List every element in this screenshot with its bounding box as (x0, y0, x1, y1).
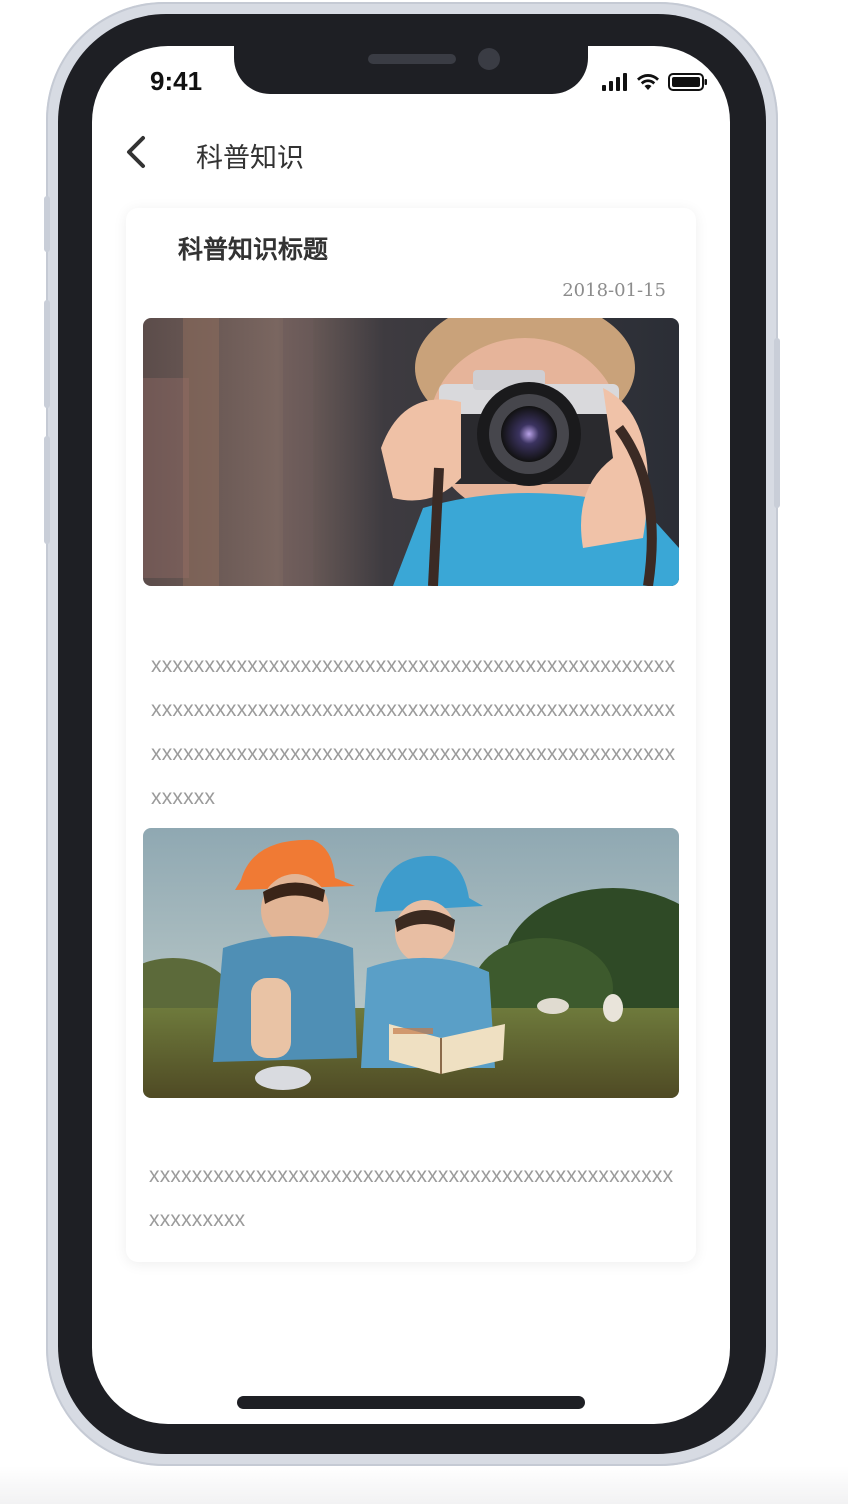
page-background (0, 1466, 848, 1504)
front-camera (478, 48, 500, 70)
power-button (774, 338, 780, 508)
article-paragraph-1: xxxxxxxxxxxxxxxxxxxxxxxxxxxxxxxxxxxxxxxx… (151, 654, 676, 809)
page-title: 科普知识 (196, 143, 304, 174)
back-button[interactable] (116, 134, 156, 174)
article-title: 科普知识标题 (178, 235, 329, 264)
battery-icon (668, 73, 708, 95)
status-icons (602, 72, 708, 96)
phone-screen: 9:41 科普知识 科普知识标题 2018-01-15 xxxxxxxxxxxx… (92, 46, 730, 1424)
speaker-grille (368, 54, 456, 64)
article-card: 科普知识标题 2018-01-15 xxxxxxxxxxxxxxxxxxxxxx… (126, 208, 696, 1262)
nav-bar: 科普知识 (92, 126, 730, 182)
article-date: 2018-01-15 (562, 280, 666, 301)
volume-down-button (44, 436, 50, 544)
volume-up-button (44, 300, 50, 408)
home-indicator[interactable] (237, 1396, 585, 1409)
children-reading-in-field-photo (143, 828, 679, 1098)
notch (234, 46, 588, 94)
status-time: 9:41 (150, 66, 203, 96)
chevron-left-icon (124, 135, 148, 173)
wifi-icon (636, 73, 660, 95)
boy-with-camera-photo (143, 318, 679, 586)
mute-switch (44, 196, 50, 252)
article-paragraph-2: xxxxxxxxxxxxxxxxxxxxxxxxxxxxxxxxxxxxxxxx… (149, 1164, 674, 1231)
cellular-signal-icon (602, 73, 628, 95)
